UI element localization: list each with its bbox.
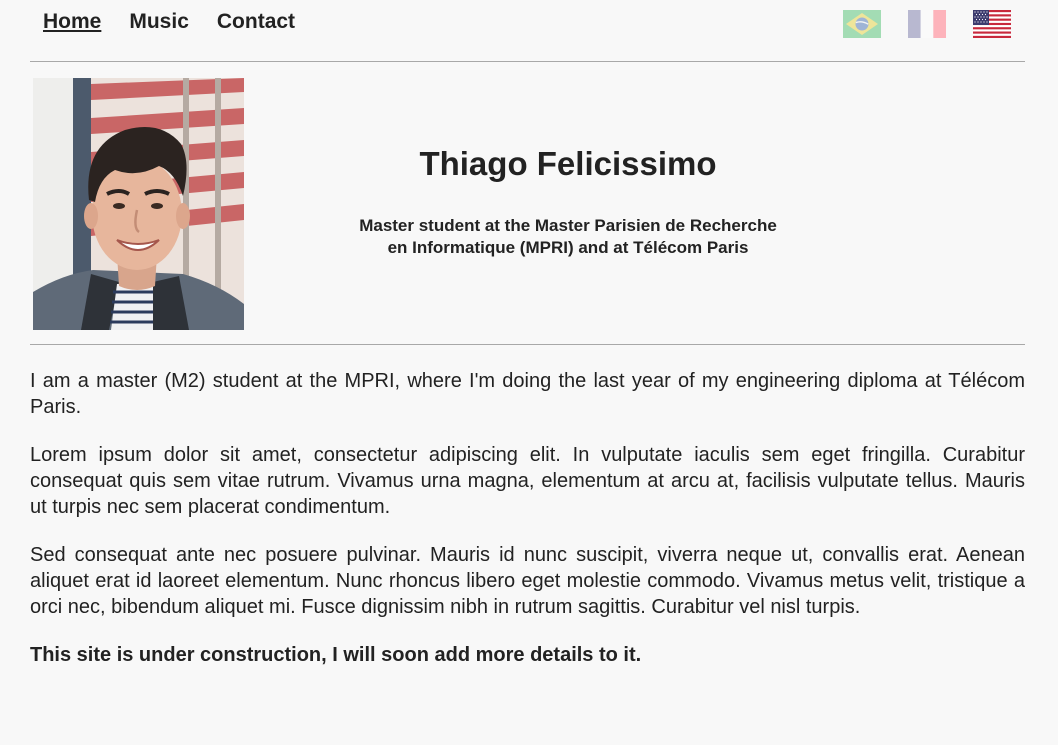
main-nav: Home Music Contact [43, 10, 323, 34]
nav-home-link[interactable]: Home [43, 10, 101, 34]
nav-music-link[interactable]: Music [129, 10, 189, 34]
construction-notice: This site is under construction, I will … [30, 644, 642, 666]
subtitle: Master student at the Master Parisien de… [244, 215, 892, 259]
usa-flag-icon[interactable] [973, 10, 1011, 38]
page: Home Music Contact Thiago Felicissimo Ma… [0, 0, 1058, 745]
intro-paragraph: I am a master (M2) student at the MPRI, … [30, 370, 1025, 418]
body-paragraph: Sed consequat ante nec posuere pulvinar.… [30, 544, 1025, 618]
body-paragraph: Lorem ipsum dolor sit amet, consectetur … [30, 444, 1025, 518]
subtitle-line-1: Master student at the Master Parisien de… [359, 216, 777, 235]
nav-contact-link[interactable]: Contact [217, 10, 295, 34]
profile-photo [33, 78, 244, 330]
brazil-flag-icon[interactable] [843, 10, 881, 38]
subtitle-line-2: en Informatique (MPRI) and at Télécom Pa… [387, 238, 749, 257]
page-title: Thiago Felicissimo [419, 145, 717, 182]
language-switcher [843, 10, 1011, 38]
top-divider [30, 61, 1025, 62]
main-content: I am a master (M2) student at the MPRI, … [30, 368, 1025, 690]
header-divider [30, 344, 1025, 345]
france-flag-icon[interactable] [908, 10, 946, 38]
